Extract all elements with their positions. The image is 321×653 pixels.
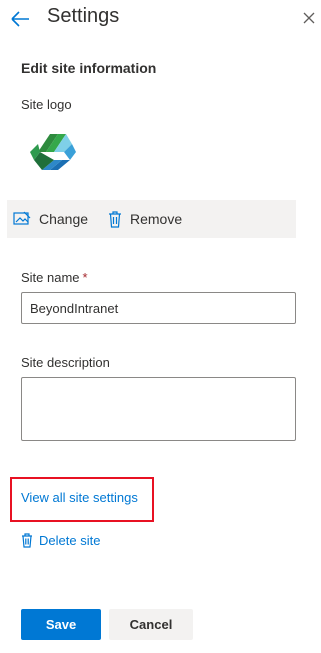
- site-logo-label: Site logo: [21, 97, 72, 112]
- delete-site-link[interactable]: Delete site: [21, 533, 100, 548]
- cancel-button[interactable]: Cancel: [109, 609, 193, 640]
- arrow-left-icon: [11, 11, 29, 27]
- site-logo-image: [30, 134, 76, 170]
- change-logo-button[interactable]: Change: [13, 200, 88, 238]
- view-all-site-settings-link[interactable]: View all site settings: [21, 490, 138, 505]
- site-description-input[interactable]: [21, 377, 296, 441]
- close-icon: [303, 12, 315, 24]
- remove-logo-button[interactable]: Remove: [108, 200, 182, 238]
- site-name-label-text: Site name: [21, 270, 80, 285]
- panel-title: Settings: [47, 5, 120, 27]
- remove-logo-label: Remove: [130, 211, 183, 227]
- required-marker: *: [82, 270, 88, 285]
- trash-icon: [109, 210, 121, 228]
- section-title: Edit site information: [21, 60, 157, 76]
- image-icon: [13, 211, 31, 225]
- back-button[interactable]: [10, 9, 32, 29]
- site-name-label: Site name *: [21, 270, 88, 285]
- change-logo-label: Change: [39, 211, 89, 227]
- delete-site-label: Delete site: [39, 533, 101, 548]
- logo-toolbar: Change Remove: [7, 200, 296, 238]
- close-button[interactable]: [302, 11, 316, 25]
- trash-icon: [22, 533, 32, 548]
- panel-header: Settings: [0, 0, 321, 40]
- save-button[interactable]: Save: [21, 609, 101, 640]
- site-name-input[interactable]: [21, 292, 296, 324]
- site-description-label: Site description: [21, 355, 110, 370]
